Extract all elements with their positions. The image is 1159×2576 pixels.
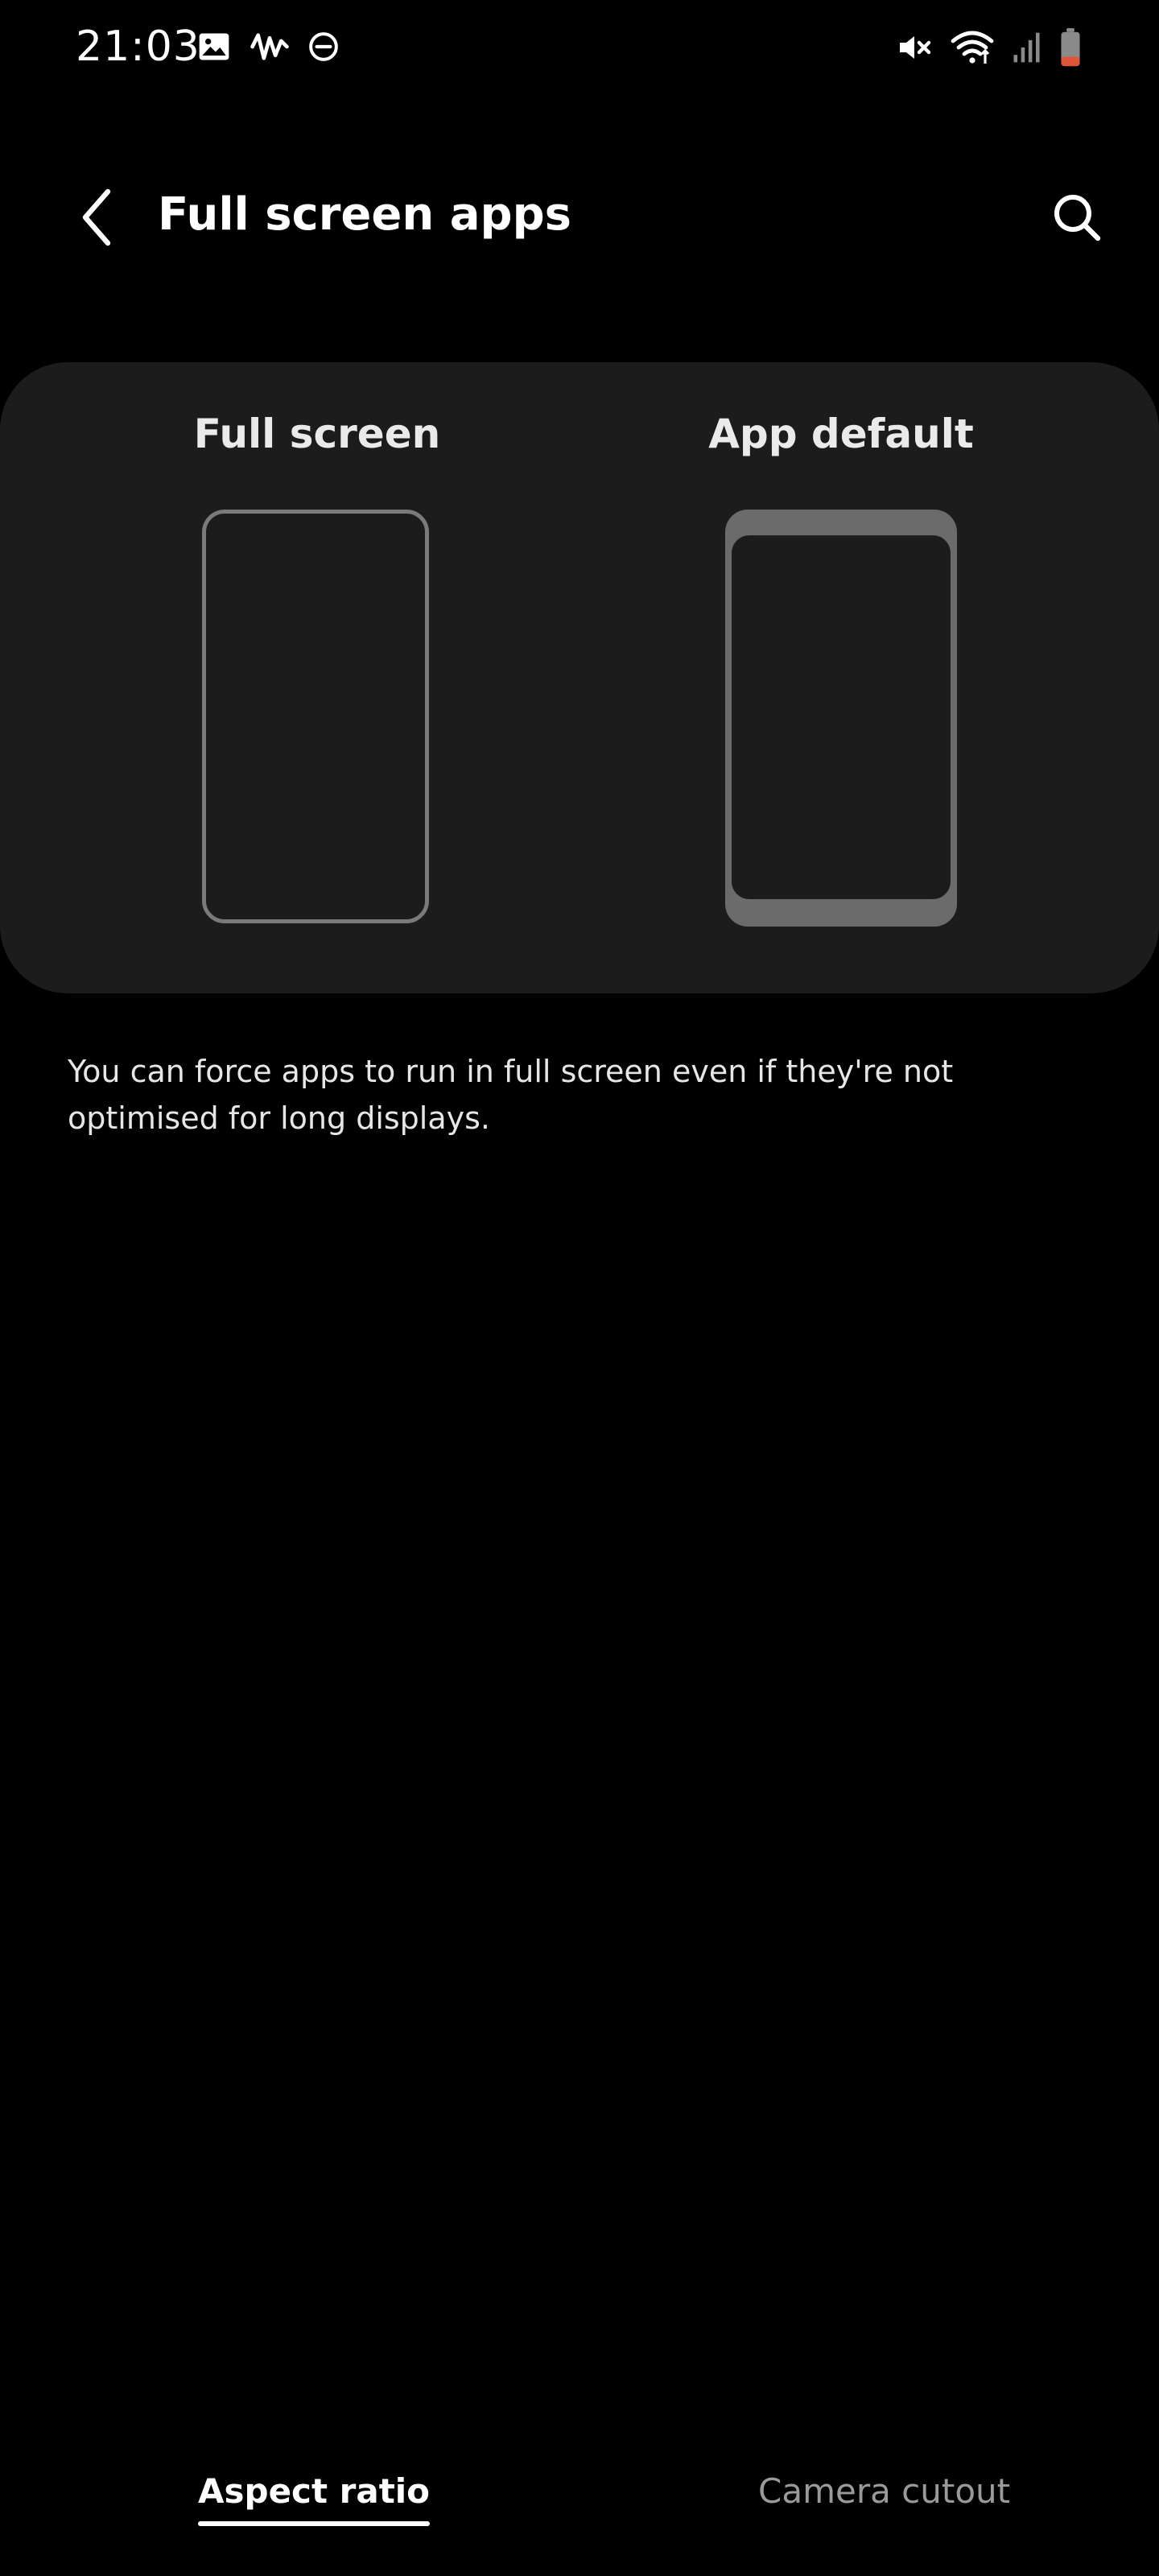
signal-icon	[1013, 32, 1040, 63]
full-screen-label: Full screen	[193, 411, 441, 457]
tab-camera-cutout[interactable]: Camera cutout	[758, 2471, 1010, 2511]
mute-icon	[900, 36, 931, 59]
app-bar: Full screen apps	[0, 161, 1159, 274]
description-text: You can force apps to run in full screen…	[68, 1054, 954, 1136]
tab-camera-cutout-label: Camera cutout	[758, 2471, 1011, 2511]
back-button[interactable]	[56, 177, 137, 258]
search-icon	[1054, 195, 1101, 242]
back-arrow-icon	[82, 188, 111, 246]
tab-selected-indicator	[198, 2521, 431, 2526]
bottom-tabs: Aspect ratio Camera cutout	[0, 2439, 1159, 2552]
status-bar: 21:03	[0, 0, 1159, 105]
status-left-icons	[196, 29, 340, 64]
search-button[interactable]	[1037, 177, 1117, 258]
display-options-card: Full screen App default	[0, 362, 1159, 993]
screen: 21:03 Full screen apps Full screen App d…	[0, 0, 1159, 2576]
app-default-option[interactable]: App default	[632, 362, 1050, 993]
status-right-icons	[895, 27, 1082, 68]
page-title: Full screen apps	[158, 188, 571, 241]
tab-aspect-ratio[interactable]: Aspect ratio	[198, 2471, 431, 2526]
tab-aspect-ratio-label: Aspect ratio	[198, 2471, 431, 2511]
gallery-icon	[199, 33, 229, 60]
full-screen-preview	[202, 510, 429, 923]
sound-wave-icon	[250, 33, 289, 60]
app-default-preview	[725, 510, 957, 927]
app-default-label: App default	[708, 411, 974, 457]
status-time: 21:03	[76, 23, 200, 71]
full-screen-option[interactable]: Full screen	[108, 362, 526, 993]
do-not-disturb-icon	[309, 32, 338, 61]
wifi-icon	[951, 31, 994, 64]
app-default-preview-inner	[732, 535, 951, 899]
battery-icon	[1061, 27, 1080, 67]
